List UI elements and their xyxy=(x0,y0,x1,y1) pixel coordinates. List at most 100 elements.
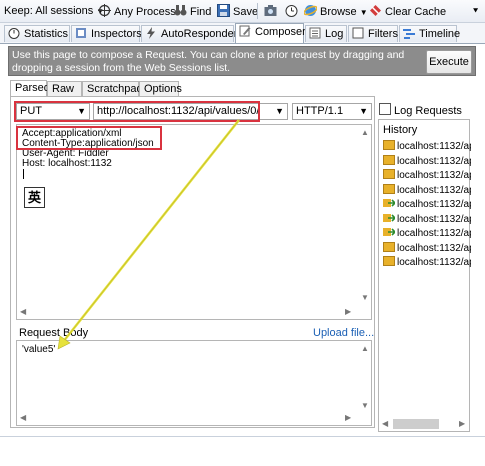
tab-filters[interactable]: Filters xyxy=(348,25,398,42)
history-item[interactable]: localhost:1132/ap xyxy=(383,241,471,257)
save-label: Save xyxy=(233,6,259,18)
history-item[interactable]: localhost:1132/ap xyxy=(383,227,471,242)
browse-label: Browse xyxy=(320,6,357,18)
header-line: Host: localhost:1132 xyxy=(22,158,112,169)
history-item-label: localhost:1132/ap xyxy=(397,184,471,196)
arrow-request-icon xyxy=(383,198,397,208)
tab-composer-label: Composer xyxy=(255,26,306,38)
info-text: Use this page to compose a Request. You … xyxy=(12,49,405,74)
request-body-text: 'value5' xyxy=(22,344,56,355)
subtab-options[interactable]: Options xyxy=(139,81,182,96)
inspector-icon xyxy=(75,27,88,40)
tab-autoresponder[interactable]: AutoResponder xyxy=(141,25,238,42)
get-request-icon xyxy=(383,183,395,194)
history-item-label: localhost:1132/ap xyxy=(397,242,471,254)
arrow-request-icon xyxy=(383,227,397,237)
clear-cache-button[interactable]: Clear Cache xyxy=(369,4,446,19)
history-panel: History localhost:1132/ap localhost:1132/… xyxy=(378,119,471,432)
browse-button[interactable]: Browse ▼ xyxy=(303,4,368,19)
history-item[interactable]: localhost:1132/ap xyxy=(383,198,471,213)
timeline-icon xyxy=(403,27,416,40)
any-process-label: Any Process xyxy=(114,6,176,18)
history-hscroll[interactable]: ◀ ▶ xyxy=(379,417,469,431)
save-icon xyxy=(217,4,230,17)
headers-editor[interactable]: Accept:application/xml Content-Type:appl… xyxy=(16,124,372,320)
headers-highlight xyxy=(16,126,162,150)
toolbar-overflow-icon[interactable]: ⯆ xyxy=(472,4,479,19)
checkbox-icon xyxy=(379,103,391,115)
history-item[interactable]: localhost:1132/ap xyxy=(383,154,471,170)
subtab-scratchpad[interactable]: Scratchpad xyxy=(82,81,143,96)
inspector-tabs: Statistics Inspectors AutoResponder Comp… xyxy=(0,23,485,44)
pencil-icon xyxy=(239,25,252,38)
headers-hscroll[interactable]: ◀ ▶ xyxy=(17,305,371,319)
scroll-right-icon: ▶ xyxy=(459,419,466,428)
get-request-icon xyxy=(383,169,395,179)
clear-cache-icon xyxy=(369,4,382,17)
scroll-right-icon: ▶ xyxy=(345,413,352,422)
scroll-right-icon: ▶ xyxy=(345,307,352,316)
lightning-icon xyxy=(145,27,158,40)
arrow-request-icon xyxy=(383,213,397,223)
history-item[interactable]: localhost:1132/ap xyxy=(383,256,471,271)
chevron-down-icon: ▼ xyxy=(359,8,368,17)
history-item[interactable]: localhost:1132/ap xyxy=(383,213,471,228)
text-cursor xyxy=(23,169,24,179)
log-icon xyxy=(309,27,322,40)
scroll-up-icon: ▲ xyxy=(361,344,369,353)
find-label: Find xyxy=(190,6,212,18)
camera-icon xyxy=(264,4,277,17)
history-item-label: localhost:1132/ap xyxy=(397,141,471,152)
subtab-raw[interactable]: Raw xyxy=(47,81,82,96)
history-item-label: localhost:1132/ap xyxy=(397,213,471,225)
scroll-left-icon: ◀ xyxy=(382,419,389,428)
request-body-editor[interactable]: 'value5' ▲ ▼ ◀ ▶ xyxy=(16,340,372,426)
binoculars-icon xyxy=(174,4,187,17)
info-bar: Use this page to compose a Request. You … xyxy=(8,46,476,76)
keep-sessions-dropdown[interactable]: Keep: All sessions ▼ xyxy=(4,4,104,19)
find-button[interactable]: Find xyxy=(174,4,211,19)
get-request-icon xyxy=(383,154,395,165)
tab-inspectors[interactable]: Inspectors xyxy=(71,25,142,42)
save-button[interactable]: Save xyxy=(217,4,258,19)
timer-button[interactable] xyxy=(285,4,301,19)
execute-button[interactable]: Execute xyxy=(426,50,472,74)
url-highlight xyxy=(14,101,260,122)
tab-log[interactable]: Log xyxy=(305,25,347,42)
log-requests-label: Log Requests xyxy=(394,105,462,117)
status-divider xyxy=(0,436,485,437)
http-version-value: HTTP/1.1 xyxy=(296,105,344,117)
keep-sessions-label: Keep: All sessions xyxy=(4,5,94,17)
any-process-button[interactable]: Any Process xyxy=(98,4,176,19)
history-item[interactable]: localhost:1132/ap xyxy=(383,183,471,199)
tab-timeline[interactable]: Timeline xyxy=(399,25,460,42)
chevron-down-icon: ▼ xyxy=(275,106,284,116)
history-item-label: localhost:1132/ap xyxy=(397,199,471,210)
chevron-down-icon: ▼ xyxy=(359,106,368,116)
http-version-select[interactable]: HTTP/1.1 ▼ xyxy=(292,103,372,120)
history-item[interactable]: localhost:1132/ap xyxy=(383,140,471,155)
history-title: History xyxy=(383,124,418,136)
ie-icon xyxy=(303,4,318,17)
scroll-thumb[interactable] xyxy=(393,419,439,429)
history-item-label: localhost:1132/ap xyxy=(397,155,471,167)
headers-vscroll[interactable]: ▲ ▼ xyxy=(357,125,371,319)
upload-file-link[interactable]: Upload file... xyxy=(313,327,374,339)
toolbar-divider xyxy=(257,3,258,19)
tab-statistics[interactable]: Statistics xyxy=(4,25,70,42)
history-item[interactable]: localhost:1132/ap xyxy=(383,169,471,184)
scroll-left-icon: ◀ xyxy=(20,413,27,422)
tab-autoresponder-label: AutoResponder xyxy=(161,28,238,40)
scroll-down-icon: ▼ xyxy=(361,401,369,410)
tab-filters-label: Filters xyxy=(368,28,398,40)
scroll-down-icon: ▼ xyxy=(361,293,369,302)
screenshot-button[interactable] xyxy=(264,4,280,19)
tab-composer[interactable]: Composer xyxy=(235,23,306,43)
body-hscroll[interactable]: ◀ ▶ xyxy=(17,411,371,425)
main-toolbar: Keep: All sessions ▼ Any Process Find Sav… xyxy=(0,0,485,23)
subtab-parsed[interactable]: Parsed xyxy=(10,80,50,97)
log-requests-checkbox[interactable]: Log Requests xyxy=(379,103,462,117)
stopwatch-icon xyxy=(285,4,298,17)
history-item-label: localhost:1132/ap xyxy=(397,170,471,181)
tab-log-label: Log xyxy=(325,28,344,40)
